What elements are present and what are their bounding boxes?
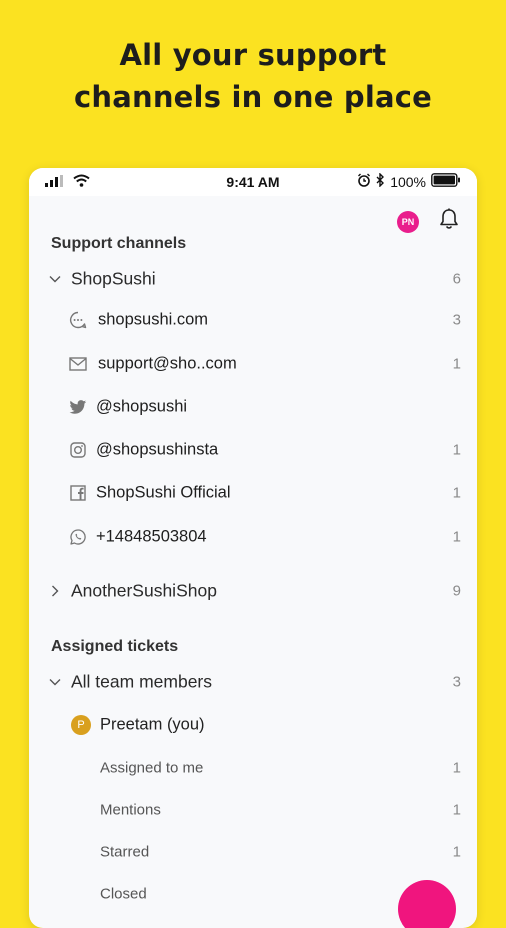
ticket-filter-assigned-to-me[interactable]: Assigned to me 1	[29, 750, 477, 786]
filter-label: Starred	[100, 843, 150, 861]
channel-item-twitter[interactable]: @shopsushi	[29, 389, 477, 425]
chat-icon	[69, 311, 87, 329]
member-name: Preetam (you)	[100, 715, 205, 734]
channel-label: support@sho..com	[98, 354, 237, 373]
chevron-down-icon	[49, 275, 61, 283]
channel-label: ShopSushi Official	[96, 483, 231, 502]
group-anothersushishop[interactable]: AnotherSushiShop 9	[29, 573, 477, 609]
group-count: 6	[452, 270, 461, 288]
filter-label: Mentions	[100, 801, 161, 819]
member-avatar: P	[71, 715, 91, 735]
group-name: ShopSushi	[71, 268, 156, 289]
group-all-team-members[interactable]: All team members 3	[29, 664, 477, 700]
group-name: AnotherSushiShop	[71, 580, 217, 601]
alarm-icon	[357, 173, 371, 190]
channel-item-email[interactable]: support@sho..com 1	[29, 346, 477, 382]
bluetooth-icon	[376, 172, 385, 190]
headline-line-2: channels in one place	[73, 80, 432, 114]
group-count: 3	[452, 673, 461, 691]
group-name: All team members	[71, 671, 213, 692]
twitter-icon	[69, 398, 87, 416]
user-avatar[interactable]: PN	[397, 210, 419, 233]
channel-count: 3	[452, 311, 461, 329]
status-bar: 9:41 AM 100%	[29, 168, 477, 196]
group-count: 9	[452, 582, 461, 600]
battery-percent: 100%	[390, 173, 426, 190]
channel-label: @shopsushi	[96, 397, 188, 416]
channel-count: 1	[452, 355, 461, 373]
chevron-right-icon	[49, 585, 61, 597]
assigned-tickets-title: Assigned tickets	[51, 638, 179, 655]
channel-label: +14848503804	[96, 527, 207, 546]
channel-item-instagram[interactable]: @shopsushinsta 1	[29, 432, 477, 468]
filter-count: 1	[452, 843, 461, 861]
channel-label: @shopsushinsta	[96, 440, 219, 459]
member-item-preetam[interactable]: P Preetam (you)	[29, 707, 477, 743]
filter-count: 1	[452, 801, 461, 819]
mail-icon	[69, 355, 87, 373]
channel-label: shopsushi.com	[98, 310, 209, 329]
channel-item-facebook[interactable]: ShopSushi Official 1	[29, 475, 477, 511]
channel-item-whatsapp[interactable]: +14848503804 1	[29, 519, 477, 555]
ticket-filter-starred[interactable]: Starred 1	[29, 834, 477, 870]
chevron-down-icon	[49, 678, 61, 686]
group-shopsushi[interactable]: ShopSushi 6	[29, 261, 477, 297]
filter-label: Assigned to me	[100, 759, 204, 777]
support-channels-title: Support channels	[51, 235, 187, 252]
channel-count: 1	[452, 441, 461, 459]
whatsapp-icon	[69, 528, 87, 546]
channel-item-website[interactable]: shopsushi.com 3	[29, 302, 477, 338]
ticket-filter-mentions[interactable]: Mentions 1	[29, 792, 477, 828]
bell-icon[interactable]	[439, 208, 459, 235]
facebook-icon	[69, 484, 87, 502]
filter-count: 1	[452, 759, 461, 777]
phone-screen: 9:41 AM 100% PN Support channels ShopSus…	[29, 168, 477, 928]
channel-count: 1	[452, 528, 461, 546]
instagram-icon	[69, 441, 87, 459]
channel-count: 1	[452, 484, 461, 502]
headline-line-1: All your support	[119, 38, 387, 72]
battery-icon	[431, 173, 461, 190]
headline: All your support channels in one place	[0, 34, 506, 118]
